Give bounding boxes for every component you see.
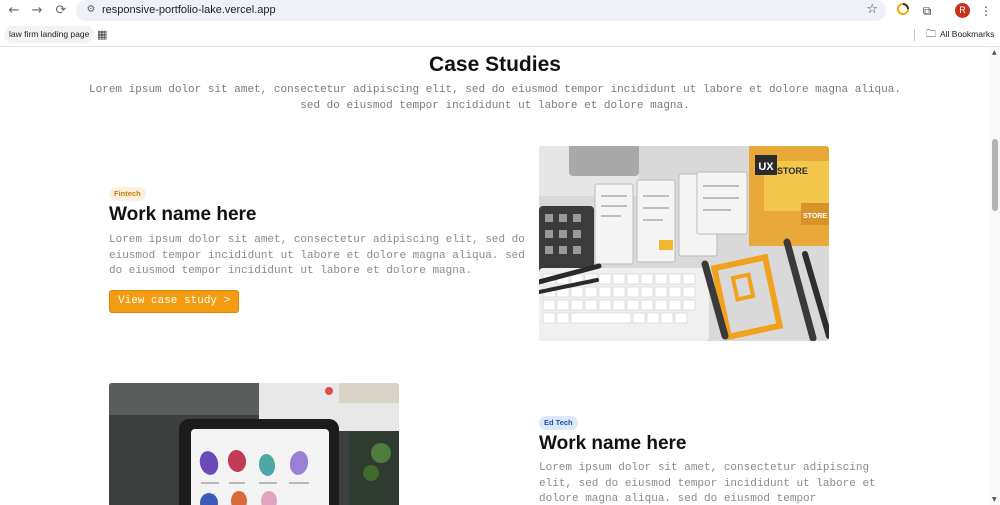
tag-edtech: Ed Tech xyxy=(539,416,578,430)
tag-fintech: Fintech xyxy=(109,187,146,201)
extension-icon[interactable] xyxy=(894,2,912,20)
bookmarks-bar: law firm landing page ▦ 🗀 All Bookmarks xyxy=(0,24,1000,46)
project-description: Lorem ipsum dolor sit amet, consectetur … xyxy=(109,234,525,277)
bookmark-law-firm[interactable]: law firm landing page xyxy=(4,26,95,43)
project-image-ux-store: UX STORE STORE xyxy=(539,146,829,341)
store-text-bottom: STORE xyxy=(803,213,827,220)
project-title: Work name here xyxy=(539,433,687,454)
project-image-tablet xyxy=(109,383,399,505)
bookmark-divider xyxy=(914,29,915,41)
project-description: Lorem ipsum dolor sit amet, consectetur … xyxy=(539,462,876,505)
ux-store-flatlay-image: UX STORE STORE xyxy=(539,146,829,341)
address-bar[interactable]: ⚙ responsive-portfolio-lake.vercel.app ☆ xyxy=(76,0,886,21)
reload-icon[interactable]: ⟳ xyxy=(52,2,70,20)
section-title: Case Studies xyxy=(429,53,561,76)
avatar[interactable]: R xyxy=(955,3,970,18)
browser-chrome: ← → ⟳ ⚙ responsive-portfolio-lake.vercel… xyxy=(0,0,1000,47)
back-icon[interactable]: ← xyxy=(5,2,23,20)
page-content: Case Studies Lorem ipsum dolor sit amet,… xyxy=(0,47,990,505)
scrollbar-thumb[interactable] xyxy=(992,139,998,211)
menu-icon[interactable]: ⋮ xyxy=(977,2,995,20)
scroll-down-icon[interactable]: ▼ xyxy=(992,496,997,503)
section-subtitle: Lorem ipsum dolor sit amet, consectetur … xyxy=(89,84,901,112)
browser-toolbar: ← → ⟳ ⚙ responsive-portfolio-lake.vercel… xyxy=(0,0,1000,22)
extension-logo-icon xyxy=(897,3,909,15)
apps-icon[interactable]: ▦ xyxy=(97,27,107,42)
view-case-study-button[interactable]: View case study > xyxy=(109,290,240,313)
scroll-up-icon[interactable]: ▲ xyxy=(992,49,997,56)
project-title: Work name here xyxy=(109,204,257,225)
all-bookmarks-button[interactable]: 🗀 All Bookmarks xyxy=(926,27,994,42)
url-text[interactable]: responsive-portfolio-lake.vercel.app xyxy=(102,3,276,18)
tablet-sketch-image xyxy=(109,383,399,505)
site-info-icon[interactable]: ⚙ xyxy=(84,3,98,17)
all-bookmarks-label: All Bookmarks xyxy=(940,29,995,39)
folder-icon: 🗀 xyxy=(926,29,936,40)
bookmark-star-icon[interactable]: ☆ xyxy=(866,2,878,18)
forward-icon[interactable]: → xyxy=(28,2,46,20)
store-text-top: STORE xyxy=(777,166,808,176)
page-scrollbar[interactable]: ▲ ▼ xyxy=(990,47,1000,505)
puzzle-icon[interactable]: ⧉ xyxy=(918,2,936,20)
ux-badge-text: UX xyxy=(758,161,774,173)
